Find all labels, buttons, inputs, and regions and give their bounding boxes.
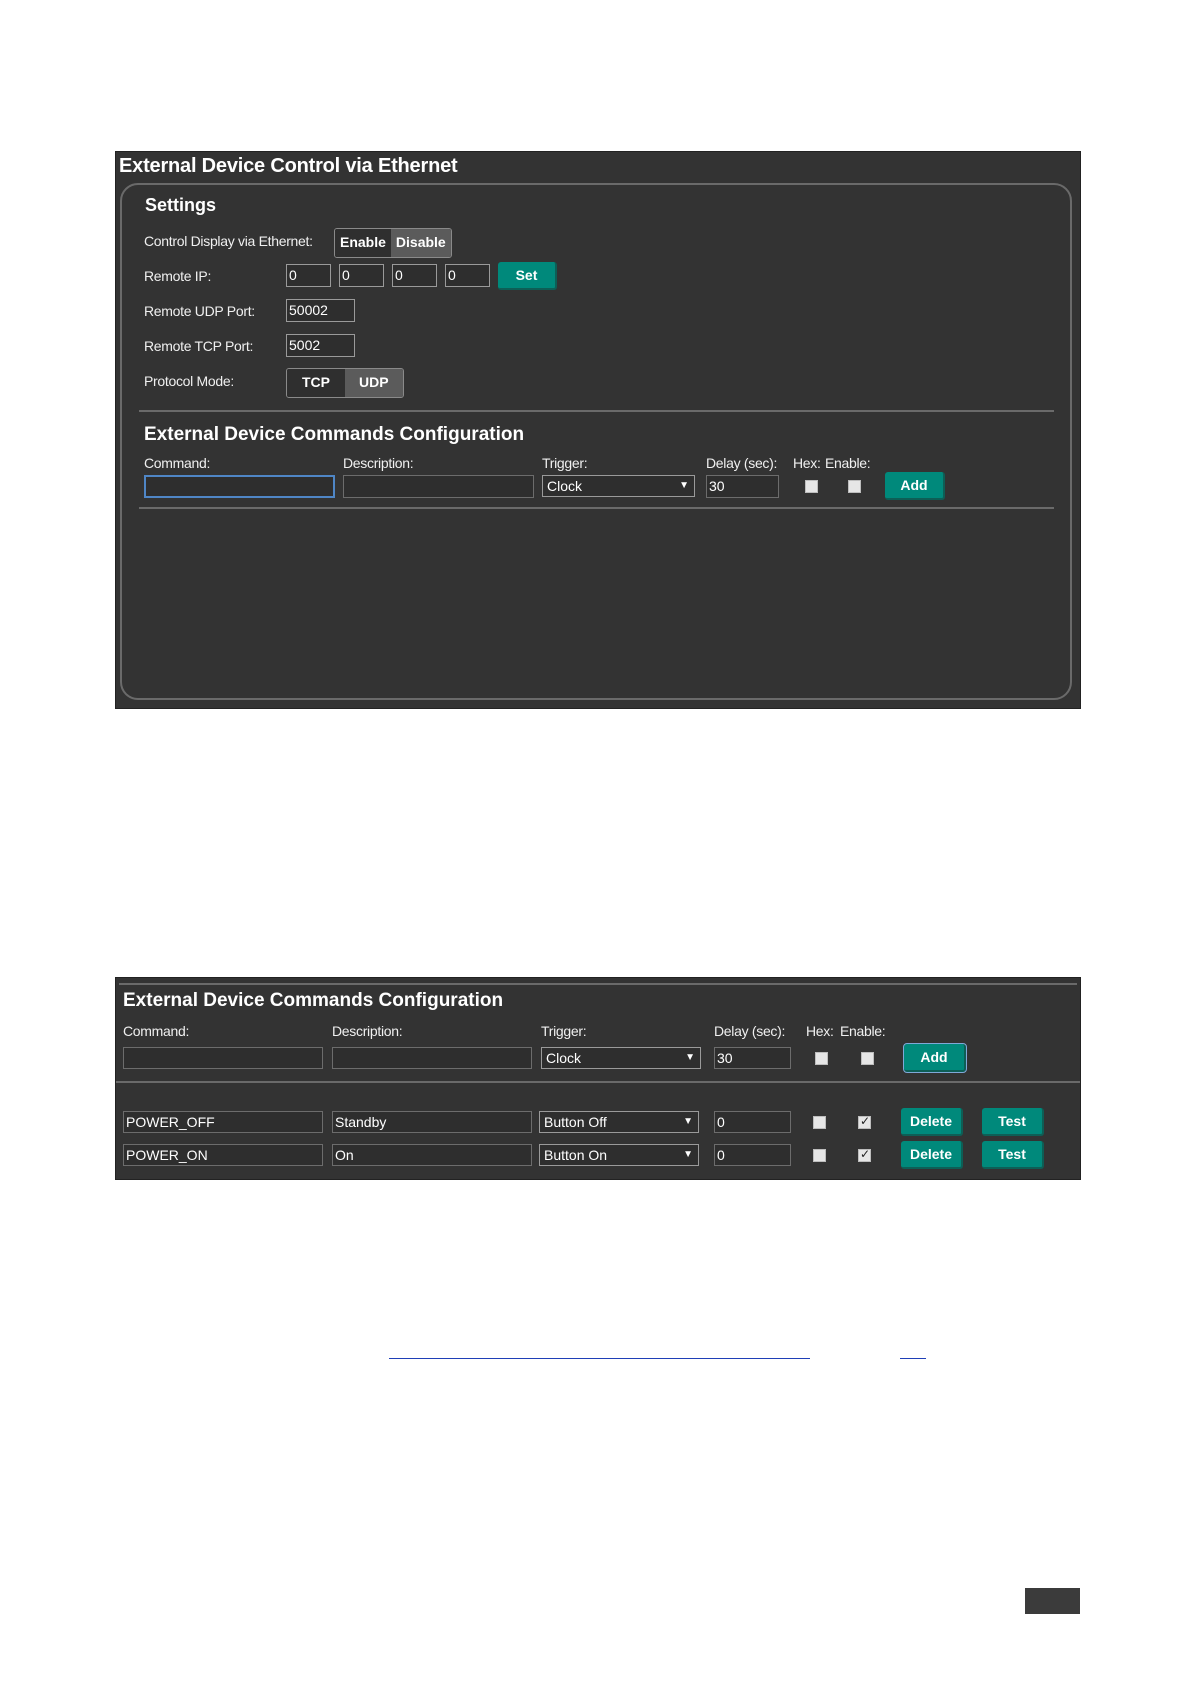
udp-port-input[interactable]: 50002 bbox=[286, 299, 355, 322]
test-button[interactable]: Test bbox=[982, 1141, 1044, 1169]
hex-checkbox[interactable] bbox=[805, 480, 818, 493]
commands-config-title: External Device Commands Configuration bbox=[123, 990, 504, 1011]
delay-column-label: Delay (sec): bbox=[714, 1023, 786, 1039]
row-trigger-select[interactable]: Button On ▼ bbox=[539, 1144, 699, 1166]
disable-option[interactable]: Disable bbox=[390, 229, 451, 257]
row-enable-checkbox[interactable] bbox=[858, 1114, 871, 1129]
remote-ip-label: Remote IP: bbox=[144, 268, 212, 284]
row-description-input[interactable]: On bbox=[332, 1144, 532, 1166]
row-delay-input[interactable]: 0 bbox=[714, 1111, 791, 1133]
delete-button[interactable]: Delete bbox=[901, 1141, 963, 1169]
commands-config-panel: External Device Commands Configuration C… bbox=[115, 977, 1081, 1180]
row-enable-checkbox[interactable] bbox=[858, 1147, 871, 1162]
hex-column-label: Hex: bbox=[806, 1023, 834, 1039]
protocol-mode-label: Protocol Mode: bbox=[144, 373, 234, 389]
tcp-option[interactable]: TCP bbox=[287, 369, 345, 397]
control-display-label: Control Display via Ethernet: bbox=[144, 233, 313, 249]
enable-checkbox[interactable] bbox=[861, 1052, 874, 1065]
chevron-down-icon: ▼ bbox=[683, 1116, 693, 1127]
trigger-select-value: Clock bbox=[546, 1050, 582, 1066]
enable-option[interactable]: Enable bbox=[335, 229, 391, 257]
trigger-column-label: Trigger: bbox=[541, 1023, 587, 1039]
protocol-mode-toggle: TCP UDP bbox=[286, 368, 404, 398]
row-description-input[interactable]: Standby bbox=[332, 1111, 532, 1133]
trigger-select[interactable]: Clock ▼ bbox=[542, 475, 695, 497]
row-trigger-select-value: Button Off bbox=[544, 1114, 607, 1130]
ip-octet-1-input[interactable]: 0 bbox=[286, 264, 331, 287]
delete-button[interactable]: Delete bbox=[901, 1108, 963, 1136]
hyperlink-underline[interactable] bbox=[900, 1358, 926, 1359]
window-title: External Device Control via Ethernet bbox=[119, 155, 458, 177]
add-command-button[interactable]: Add bbox=[885, 472, 945, 500]
description-input[interactable] bbox=[343, 475, 534, 498]
chevron-down-icon: ▼ bbox=[685, 1052, 695, 1063]
page-number-tab bbox=[1025, 1588, 1080, 1614]
trigger-select[interactable]: Clock ▼ bbox=[541, 1047, 701, 1069]
external-device-control-window: External Device Control via Ethernet Set… bbox=[115, 151, 1081, 709]
tcp-port-input[interactable]: 5002 bbox=[286, 334, 355, 357]
row-trigger-select-value: Button On bbox=[544, 1147, 608, 1163]
command-input[interactable] bbox=[144, 475, 335, 498]
chevron-down-icon: ▼ bbox=[683, 1149, 693, 1160]
command-column-label: Command: bbox=[123, 1023, 190, 1039]
tcp-port-label: Remote TCP Port: bbox=[144, 338, 254, 354]
hex-column-label: Hex: bbox=[793, 455, 821, 471]
add-command-button[interactable]: Add bbox=[903, 1043, 967, 1073]
row-hex-checkbox[interactable] bbox=[813, 1149, 826, 1162]
row-command-input[interactable]: POWER_ON bbox=[123, 1144, 323, 1166]
description-column-label: Description: bbox=[343, 455, 414, 471]
udp-option[interactable]: UDP bbox=[345, 369, 403, 397]
settings-title: Settings bbox=[145, 195, 217, 215]
divider bbox=[139, 507, 1054, 509]
description-input[interactable] bbox=[332, 1047, 532, 1069]
description-column-label: Description: bbox=[332, 1023, 403, 1039]
enable-column-label: Enable: bbox=[825, 455, 871, 471]
test-button[interactable]: Test bbox=[982, 1108, 1044, 1136]
control-display-toggle: Enable Disable bbox=[334, 228, 452, 258]
divider bbox=[119, 983, 1077, 985]
chevron-down-icon: ▼ bbox=[679, 480, 689, 491]
delay-input[interactable]: 30 bbox=[714, 1047, 791, 1069]
row-hex-checkbox[interactable] bbox=[813, 1116, 826, 1129]
ip-octet-4-input[interactable]: 0 bbox=[445, 264, 490, 287]
udp-port-label: Remote UDP Port: bbox=[144, 303, 255, 319]
command-input[interactable] bbox=[123, 1047, 323, 1069]
row-command-input[interactable]: POWER_OFF bbox=[123, 1111, 323, 1133]
row-delay-input[interactable]: 0 bbox=[714, 1144, 791, 1166]
command-column-label: Command: bbox=[144, 455, 211, 471]
settings-panel: Settings Control Display via Ethernet: E… bbox=[120, 183, 1072, 700]
commands-config-title: External Device Commands Configuration bbox=[144, 424, 525, 445]
set-ip-button[interactable]: Set bbox=[498, 262, 557, 290]
hyperlink-underline[interactable] bbox=[389, 1358, 810, 1359]
hex-checkbox[interactable] bbox=[815, 1052, 828, 1065]
delay-column-label: Delay (sec): bbox=[706, 455, 778, 471]
delay-input[interactable]: 30 bbox=[706, 475, 779, 498]
ip-octet-3-input[interactable]: 0 bbox=[392, 264, 437, 287]
trigger-column-label: Trigger: bbox=[542, 455, 588, 471]
enable-checkbox[interactable] bbox=[848, 480, 861, 493]
divider bbox=[116, 1081, 1080, 1083]
ip-octet-2-input[interactable]: 0 bbox=[339, 264, 384, 287]
enable-column-label: Enable: bbox=[840, 1023, 886, 1039]
trigger-select-value: Clock bbox=[547, 478, 583, 494]
divider bbox=[139, 410, 1054, 412]
row-trigger-select[interactable]: Button Off ▼ bbox=[539, 1111, 699, 1133]
